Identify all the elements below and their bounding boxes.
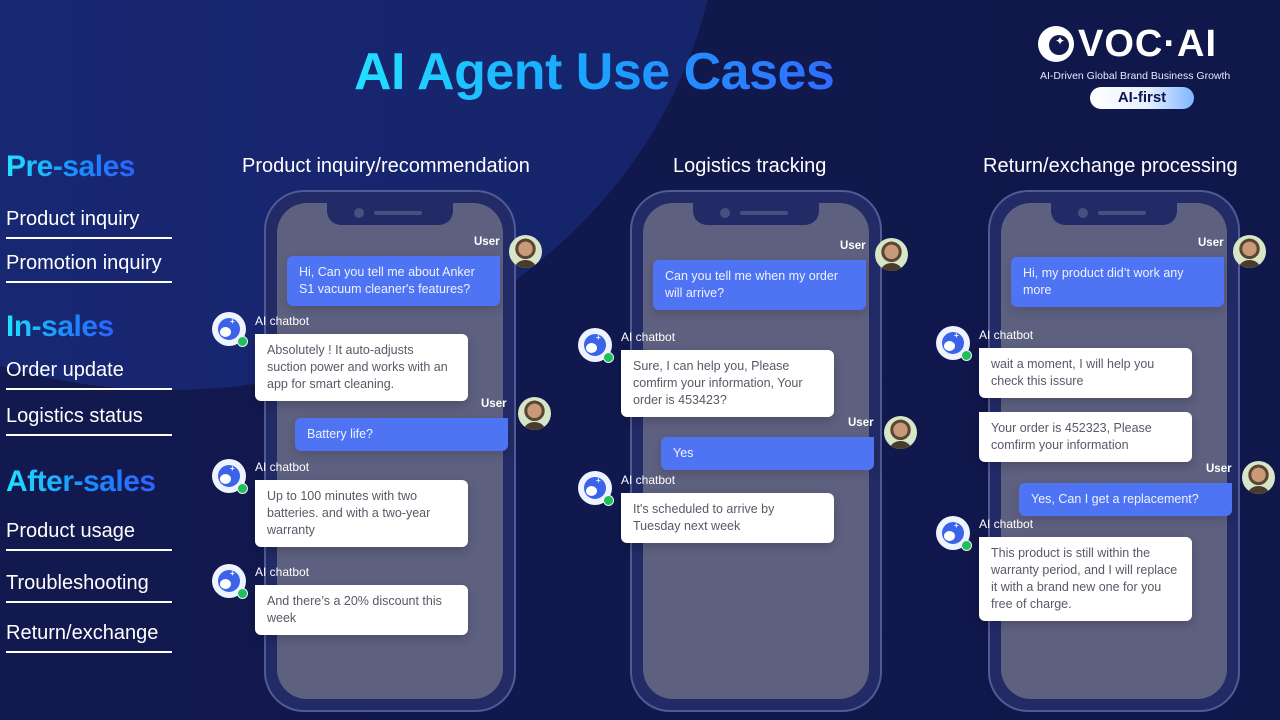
- chat-message-bot: And there’s a 20% discount this week: [255, 585, 468, 635]
- phone-notch: [1051, 203, 1177, 225]
- category-pre-sales: Pre-sales: [6, 150, 135, 183]
- chat-message-user: Hi, Can you tell me about Anker S1 vacuu…: [287, 256, 500, 306]
- sender-label-user: User: [474, 236, 500, 248]
- column-heading-logistics: Logistics tracking: [673, 155, 827, 177]
- chat-message-user: Battery life?: [295, 418, 508, 451]
- chatbot-avatar-icon: [936, 326, 972, 361]
- chat-message-bot: Absolutely ! It auto-adjusts suction pow…: [255, 334, 468, 401]
- sidebar-item-product-usage[interactable]: Product usage: [6, 520, 172, 551]
- sender-label-bot: AI chatbot: [255, 460, 310, 474]
- sidebar-item-troubleshooting[interactable]: Troubleshooting: [6, 572, 172, 603]
- chat-message-user: Yes, Can I get a replacement?: [1019, 483, 1232, 516]
- user-avatar: [509, 235, 542, 268]
- category-in-sales: In-sales: [6, 310, 114, 343]
- online-status-dot: [961, 350, 972, 361]
- sidebar-item-return-exchange[interactable]: Return/exchange: [6, 622, 172, 653]
- chat-message-user: Hi, my product did’t work any more: [1011, 257, 1224, 307]
- phone-notch: [327, 203, 453, 225]
- chatbot-avatar-icon: [212, 459, 248, 494]
- moon-star-logo-icon: ✦: [1038, 26, 1074, 62]
- online-status-dot: [237, 483, 248, 494]
- column-heading-product-inquiry: Product inquiry/recommendation: [242, 155, 530, 177]
- user-avatar: [518, 397, 551, 430]
- sender-label-bot: AI chatbot: [621, 330, 676, 344]
- chat-message-bot: This product is still within the warrant…: [979, 537, 1192, 621]
- online-status-dot: [961, 540, 972, 551]
- chatbot-avatar-icon: [936, 516, 972, 551]
- online-status-dot: [237, 588, 248, 599]
- chat-message-bot: Your order is 452323, Please comfirm you…: [979, 412, 1192, 462]
- sender-label-user: User: [1206, 463, 1232, 475]
- chat-message-bot: Sure, I can help you, Please comfirm you…: [621, 350, 834, 417]
- online-status-dot: [603, 495, 614, 506]
- sender-label-bot: AI chatbot: [255, 314, 310, 328]
- category-after-sales: After-sales: [6, 465, 156, 498]
- brand-logo: ✦ VOC·AI AI-Driven Global Brand Business…: [1038, 23, 1258, 109]
- chatbot-avatar-icon: [578, 471, 614, 506]
- sender-label-bot: AI chatbot: [621, 473, 676, 487]
- sender-label-user: User: [481, 398, 507, 410]
- chatbot-avatar-icon: [212, 312, 248, 347]
- phone-notch: [693, 203, 819, 225]
- chatbot-avatar-icon: [212, 564, 248, 599]
- sidebar-item-order-update[interactable]: Order update: [6, 359, 172, 390]
- sidebar-item-product-inquiry[interactable]: Product inquiry: [6, 208, 172, 239]
- online-status-dot: [237, 336, 248, 347]
- brand-tagline: AI-Driven Global Brand Business Growth: [1040, 70, 1231, 82]
- user-avatar: [1242, 461, 1275, 494]
- sender-label-user: User: [840, 240, 866, 252]
- ai-first-badge: AI-first: [1090, 87, 1194, 109]
- chatbot-avatar-icon: [578, 328, 614, 363]
- chat-message-bot: wait a moment, I will help you check thi…: [979, 348, 1192, 398]
- chat-message-user: Yes: [661, 437, 874, 470]
- sender-label-user: User: [848, 417, 874, 429]
- page-title: AI Agent Use Cases: [354, 43, 835, 101]
- sidebar-item-promotion-inquiry[interactable]: Promotion inquiry: [6, 252, 172, 283]
- chat-message-bot: It's scheduled to arrive by Tuesday next…: [621, 493, 834, 543]
- sidebar-item-logistics-status[interactable]: Logistics status: [6, 405, 172, 436]
- online-status-dot: [603, 352, 614, 363]
- column-heading-return: Return/exchange processing: [983, 155, 1238, 177]
- user-avatar: [875, 238, 908, 271]
- user-avatar: [884, 416, 917, 449]
- sender-label-bot: AI chatbot: [979, 328, 1034, 342]
- sender-label-user: User: [1198, 237, 1224, 249]
- sender-label-bot: AI chatbot: [255, 565, 310, 579]
- sender-label-bot: AI chatbot: [979, 517, 1034, 531]
- chat-message-user: Can you tell me when my order will arriv…: [653, 260, 866, 310]
- user-avatar: [1233, 235, 1266, 268]
- brand-name: VOC·AI: [1078, 23, 1217, 65]
- chat-message-bot: Up to 100 minutes with two batteries. an…: [255, 480, 468, 547]
